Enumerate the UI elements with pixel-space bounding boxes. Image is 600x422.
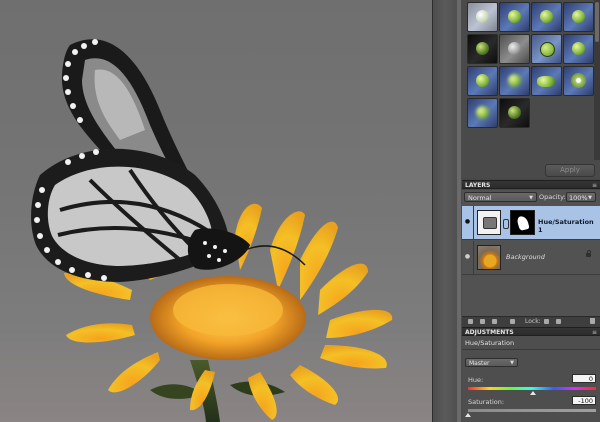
hue-label: Hue: (468, 376, 484, 384)
panel-divider-grip[interactable] (457, 0, 461, 422)
background-layer-thumbnail (477, 245, 501, 270)
lock-icon (586, 250, 591, 257)
chevron-down-icon: ▼ (510, 360, 514, 366)
link-layers-icon[interactable] (510, 319, 515, 324)
channel-select[interactable]: Master ▼ (465, 358, 518, 367)
adjustments-panel: Hue/Saturation Master ▼ Hue: 0 Saturatio… (462, 336, 600, 422)
layer-name[interactable]: Background (506, 253, 545, 261)
apply-button[interactable]: Apply (545, 164, 595, 177)
effect-thumb-3[interactable] (531, 2, 562, 32)
image-canvas[interactable] (0, 0, 432, 422)
adjustment-layer-button-icon[interactable] (480, 319, 485, 324)
channel-value: Master (469, 360, 490, 367)
adjustments-header-title: ADJUSTMENTS (465, 329, 514, 336)
effect-thumb-10[interactable] (499, 66, 530, 96)
panel-divider[interactable] (432, 0, 463, 422)
hue-slider-handle[interactable] (530, 391, 536, 395)
opacity-value: 100% (569, 194, 588, 202)
layer-row-background[interactable]: ● Background (462, 241, 600, 275)
photo-butterfly-flower (31, 39, 393, 422)
blend-mode-select[interactable]: Normal ▼ (464, 192, 537, 202)
layer-divider (473, 206, 474, 240)
effect-thumb-7[interactable] (531, 34, 562, 64)
effect-thumb-5[interactable] (467, 34, 498, 64)
layers-toolbar: Lock: (462, 316, 600, 327)
effects-scrollbar[interactable] (594, 0, 600, 160)
saturation-input[interactable]: -100 (572, 396, 596, 405)
layers-panel-header[interactable]: LAYERS ≡ (462, 180, 600, 189)
hue-slider-track[interactable] (468, 387, 596, 390)
saturation-label: Saturation: (468, 398, 505, 406)
layers-panel: Normal ▼ Opacity: 100% ▼ ● Hue/Saturatio… (462, 190, 600, 316)
chevron-down-icon: ▼ (529, 195, 533, 201)
hue-input[interactable]: 0 (572, 374, 596, 383)
lock-label: Lock: (525, 318, 541, 325)
effect-thumb-13[interactable] (467, 98, 498, 128)
effect-thumb-8[interactable] (563, 34, 594, 64)
visibility-eye-icon[interactable]: ● (464, 219, 471, 225)
layer-divider (473, 241, 474, 275)
right-panel-bin: Apply LAYERS ≡ Normal ▼ Opacity: 100% ▼ … (462, 0, 600, 422)
visibility-eye-icon[interactable]: ● (464, 254, 471, 260)
effect-thumb-6[interactable] (499, 34, 530, 64)
trash-icon[interactable] (590, 318, 595, 324)
effect-thumb-1[interactable] (467, 2, 498, 32)
effects-scroll-thumb[interactable] (595, 2, 599, 42)
lock-transparency-icon[interactable] (544, 319, 549, 324)
blend-mode-value: Normal (468, 194, 492, 202)
panel-menu-icon[interactable]: ≡ (592, 181, 597, 190)
effects-thumbnail-grid (467, 2, 594, 128)
effect-thumb-9[interactable] (467, 66, 498, 96)
layer-mask-thumbnail[interactable] (510, 210, 535, 235)
layer-name[interactable]: Hue/Saturation 1 (538, 218, 600, 234)
adjustments-panel-header[interactable]: ADJUSTMENTS ≡ (462, 327, 600, 336)
chevron-down-icon[interactable]: ▼ (588, 193, 592, 203)
effect-thumb-14[interactable] (499, 98, 530, 128)
adjustment-layer-icon (477, 210, 501, 235)
effects-panel: Apply (462, 0, 600, 178)
effect-thumb-11[interactable] (531, 66, 562, 96)
photo-editor-window: Apply LAYERS ≡ Normal ▼ Opacity: 100% ▼ … (0, 0, 600, 422)
layer-mask-icon[interactable] (492, 319, 497, 324)
saturation-slider-handle[interactable] (465, 413, 471, 417)
layers-header-title: LAYERS (465, 182, 491, 189)
layer-row-hue-saturation[interactable]: ● Hue/Saturation 1 (462, 206, 600, 240)
saturation-slider-track[interactable] (468, 409, 596, 412)
effect-thumb-12[interactable] (563, 66, 594, 96)
opacity-label: Opacity: (539, 193, 566, 201)
chain-link-icon[interactable] (503, 219, 509, 229)
separator (462, 349, 600, 350)
hue-saturation-title: Hue/Saturation (465, 339, 515, 347)
opacity-field[interactable]: 100% ▼ (566, 192, 596, 202)
new-layer-icon[interactable] (468, 319, 473, 324)
effect-thumb-2[interactable] (499, 2, 530, 32)
effect-thumb-4[interactable] (563, 2, 594, 32)
lock-all-icon[interactable] (556, 319, 561, 324)
